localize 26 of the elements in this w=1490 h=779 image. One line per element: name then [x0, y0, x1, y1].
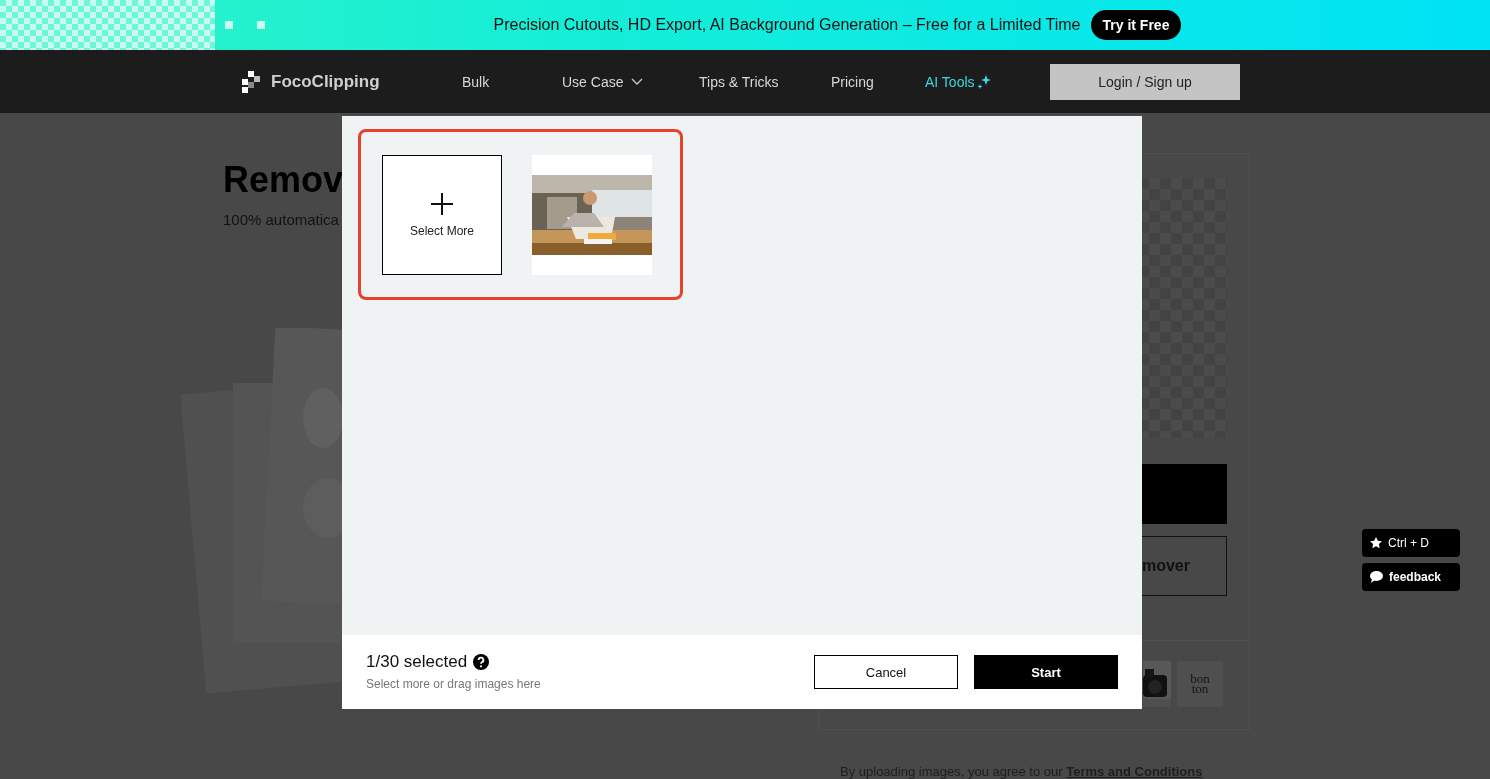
select-more-tile[interactable]: Select More	[382, 155, 502, 275]
try-free-button[interactable]: Try it Free	[1090, 10, 1182, 40]
star-icon	[1370, 537, 1382, 549]
login-button[interactable]: Login / Sign up	[1050, 63, 1240, 100]
sparkle-icon	[976, 74, 991, 89]
speech-bubble-icon	[1370, 571, 1383, 583]
selection-count: 1/30 selected	[366, 651, 468, 672]
logo-text[interactable]: FocoClipping	[271, 71, 380, 92]
plus-icon	[430, 192, 454, 216]
page-heading: Remov	[223, 159, 344, 201]
nav-link[interactable]: AI Tools	[925, 73, 1026, 90]
feedback-button[interactable]: feedback	[1362, 563, 1460, 591]
nav-link[interactable]: Bulk	[462, 73, 562, 90]
pixel-square	[225, 21, 233, 29]
start-button[interactable]: Start	[974, 655, 1118, 689]
nav-link[interactable]: Use Case	[562, 73, 699, 90]
upload-hint: Select more or drag images here	[366, 676, 542, 691]
chevron-down-icon	[631, 78, 644, 85]
pixel-square	[257, 21, 265, 29]
bookmark-button[interactable]: Ctrl + D	[1362, 529, 1460, 557]
help-icon[interactable]	[473, 653, 490, 670]
logo-icon	[242, 70, 262, 93]
cancel-button[interactable]: Cancel	[814, 655, 958, 689]
banner-message: Precision Cutouts, HD Export, AI Background Generation – Free for a Limited Time	[493, 16, 1081, 34]
nav-link[interactable]: Tips & Tricks	[699, 73, 831, 90]
nav-link[interactable]: Pricing	[831, 73, 925, 90]
